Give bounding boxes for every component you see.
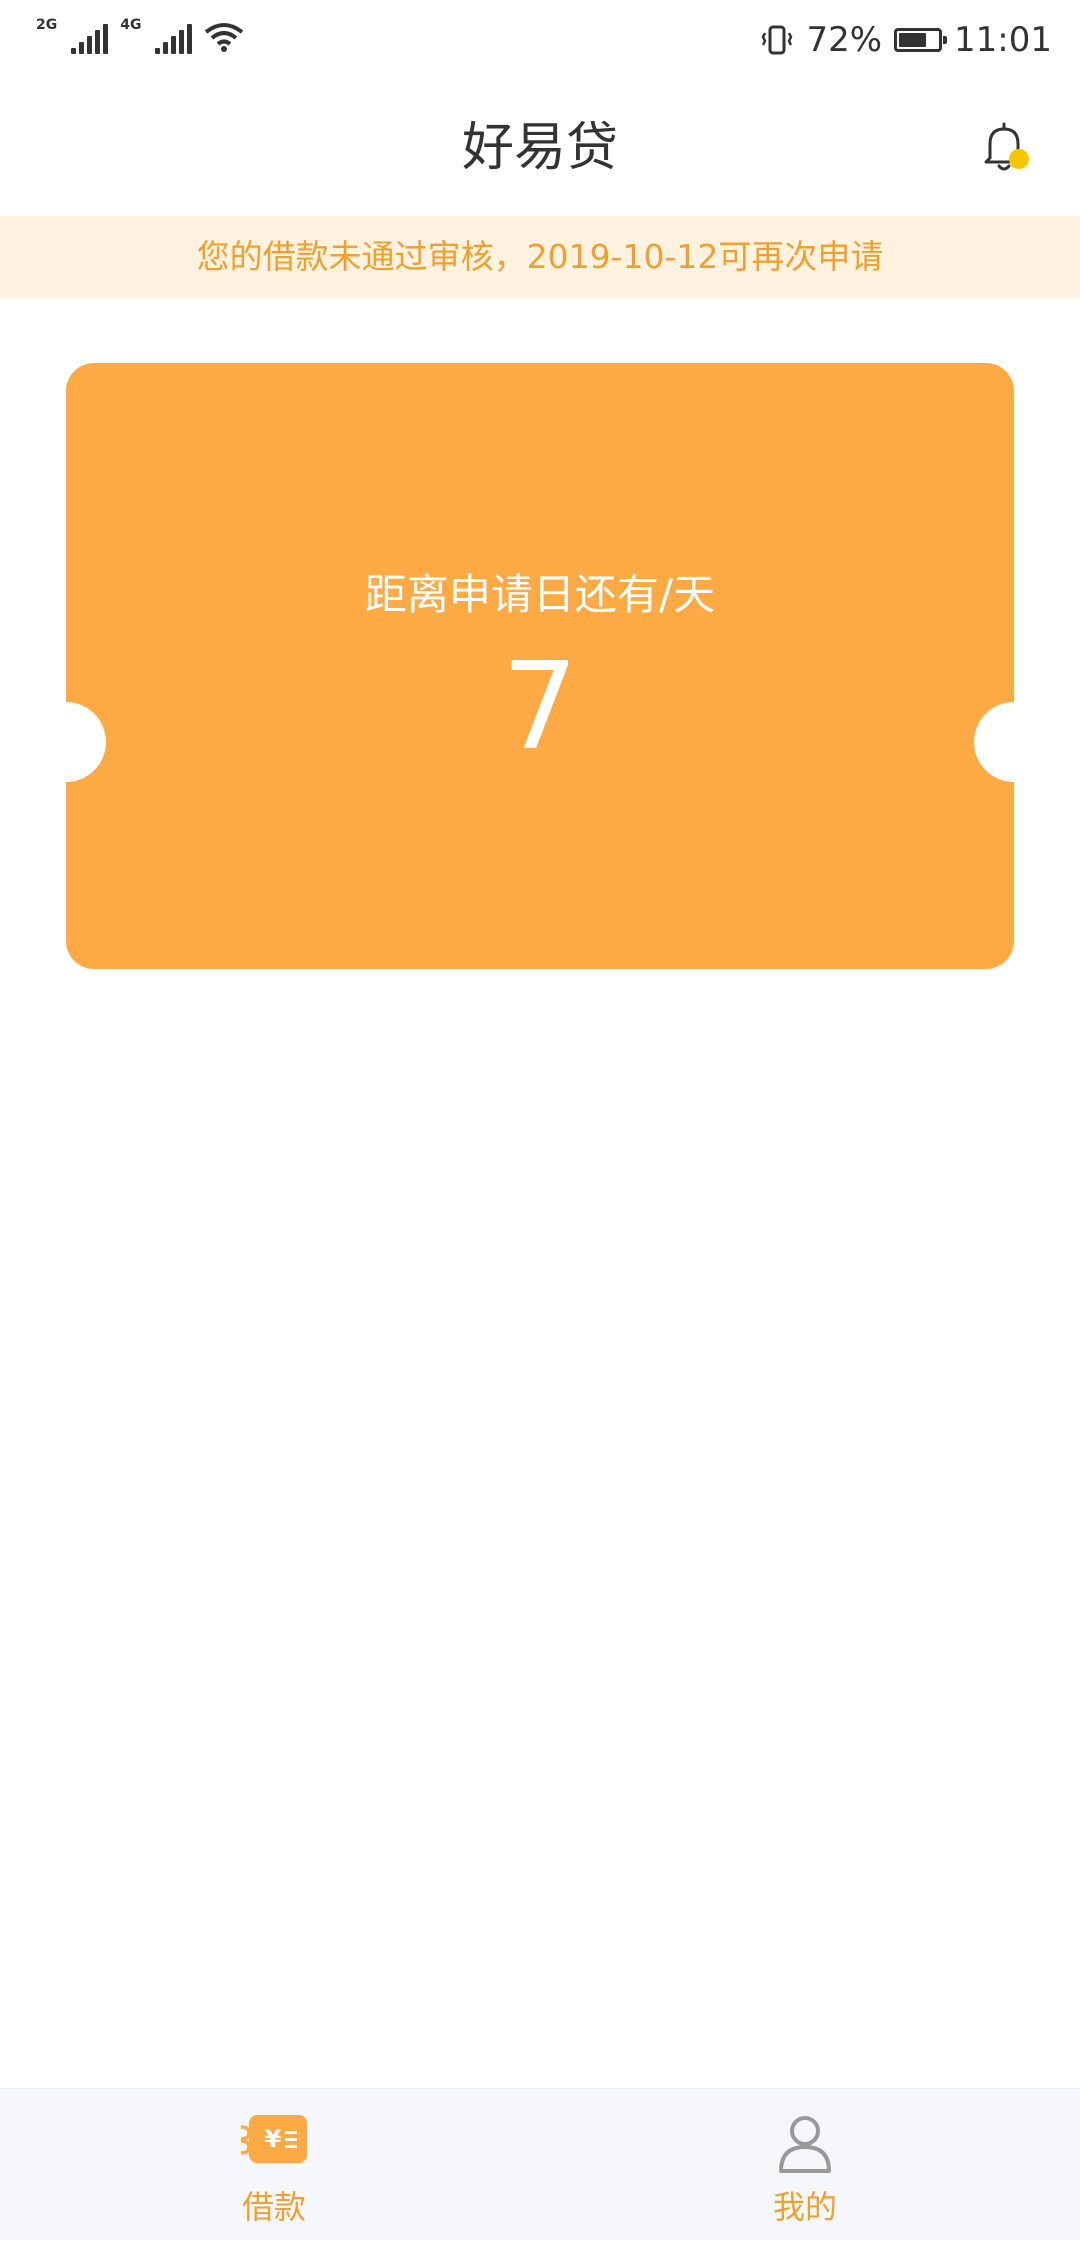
countdown-days: 7 bbox=[501, 638, 579, 777]
tab-loan[interactable]: ¥ 借款 bbox=[124, 2089, 424, 2241]
bell-icon bbox=[984, 122, 1029, 171]
loan-icon: ¥ bbox=[240, 2115, 307, 2163]
countdown-card: 距离申请日还有/天 7 bbox=[26, 363, 1054, 969]
review-notice-banner: 您的借款未通过审核，2019-10-12可再次申请 bbox=[0, 216, 1080, 298]
user-icon bbox=[779, 2116, 831, 2173]
tab-mine[interactable]: 我的 bbox=[655, 2089, 955, 2241]
status-left: 2G 4G bbox=[36, 18, 244, 54]
battery-percent: 72% bbox=[806, 20, 883, 60]
status-right: 72% 11:01 bbox=[760, 18, 1052, 62]
battery-level bbox=[899, 33, 927, 47]
bottom-tab-bar: ¥ 借款 我的 bbox=[0, 2088, 1080, 2240]
clock-time: 11:01 bbox=[954, 20, 1052, 60]
tab-loan-label: 借款 bbox=[241, 2188, 306, 2226]
network-type-label: 2G bbox=[36, 17, 58, 33]
cell-signal-icon bbox=[155, 18, 193, 54]
review-notice-text: 您的借款未通过审核，2019-10-12可再次申请 bbox=[196, 237, 884, 276]
tab-mine-label: 我的 bbox=[772, 2188, 837, 2226]
countdown-label: 距离申请日还有/天 bbox=[364, 570, 716, 619]
page-title: 好易贷 bbox=[461, 118, 618, 178]
network-type-label: 4G bbox=[120, 17, 142, 33]
vibrate-icon bbox=[762, 25, 793, 55]
status-bar: 2G 4G 72% 11:01 bbox=[0, 0, 1080, 80]
wifi-icon bbox=[205, 23, 244, 52]
app-header: 好易贷 bbox=[0, 80, 1080, 216]
cell-signal-icon bbox=[71, 18, 109, 54]
svg-text:¥: ¥ bbox=[265, 2125, 282, 2153]
battery-icon bbox=[894, 28, 948, 52]
notification-button[interactable] bbox=[976, 118, 1036, 178]
